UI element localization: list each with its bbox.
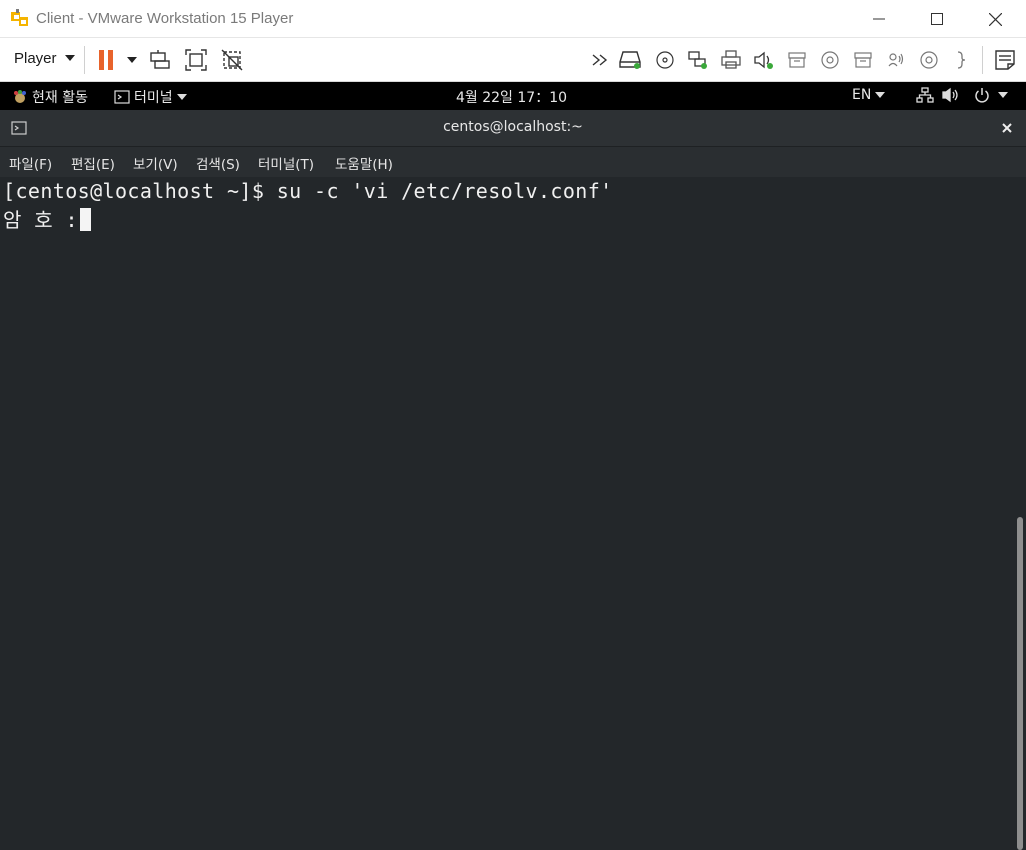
- send-ctrl-alt-del-icon[interactable]: [148, 48, 172, 72]
- terminal-icon: [114, 90, 130, 104]
- gnome-foot-icon: [14, 90, 26, 103]
- input-method-label: EN: [852, 87, 872, 103]
- cd-dvd-2-icon[interactable]: [818, 48, 842, 72]
- volume-icon: [942, 87, 958, 103]
- app-menu-terminal[interactable]: 터미널: [114, 87, 187, 107]
- fullscreen-icon[interactable]: [184, 48, 208, 72]
- message-log-icon[interactable]: [993, 48, 1017, 72]
- close-button[interactable]: [966, 0, 1024, 38]
- menu-file[interactable]: 파일(F): [9, 153, 52, 173]
- menu-edit[interactable]: 편집(E): [71, 153, 115, 173]
- network-adapter-icon[interactable]: [686, 48, 710, 72]
- chevron-down-icon: [998, 92, 1008, 98]
- terminal-window-title: centos@localhost:~: [443, 119, 583, 135]
- clock[interactable]: 4월 22일 17：10: [456, 87, 567, 107]
- power-icon: [975, 88, 989, 103]
- activities-label: 현재 활동: [32, 90, 88, 106]
- network-icon: [916, 87, 934, 103]
- player-menu-button[interactable]: Player: [14, 50, 75, 67]
- bluetooth-icon[interactable]: [884, 48, 908, 72]
- printer-icon[interactable]: [719, 48, 743, 72]
- toolbar-divider-2: [982, 46, 983, 74]
- usb-device-icon[interactable]: [785, 48, 809, 72]
- cd-dvd-3-icon[interactable]: [917, 48, 941, 72]
- terminal-line: [centos@localhost ~]$ su -c 'vi /etc/res…: [3, 179, 613, 203]
- vmware-toolbar: Player: [0, 38, 1026, 82]
- hard-disk-icon[interactable]: [619, 48, 643, 72]
- menu-terminal[interactable]: 터미널(T): [258, 153, 314, 173]
- pause-dropdown-icon[interactable]: [120, 48, 144, 72]
- vmware-title-bar: Client - VMware Workstation 15 Player: [0, 0, 1026, 38]
- chevron-down-icon: [64, 55, 75, 61]
- text-cursor: [79, 208, 91, 231]
- player-menu-label: Player: [14, 50, 57, 67]
- unity-icon[interactable]: [220, 48, 244, 72]
- system-menu-button[interactable]: [916, 87, 1008, 103]
- terminal-prompt-line: 암 호 :: [3, 204, 91, 233]
- serial-port-icon[interactable]: [950, 48, 974, 72]
- menu-view[interactable]: 보기(V): [133, 153, 178, 173]
- window-title: Client - VMware Workstation 15 Player: [36, 10, 294, 27]
- password-prompt: 암 호 :: [3, 208, 78, 232]
- toolbar-divider: [84, 46, 85, 74]
- menu-search[interactable]: 검색(S): [196, 153, 240, 173]
- terminal-output[interactable]: [centos@localhost ~]$ su -c 'vi /etc/res…: [0, 177, 1026, 850]
- terminal-close-icon[interactable]: [1002, 123, 1012, 133]
- minimize-button[interactable]: [850, 0, 908, 38]
- app-menu-label: 터미널: [134, 90, 173, 106]
- cd-dvd-icon[interactable]: [653, 48, 677, 72]
- usb-device-2-icon[interactable]: [851, 48, 875, 72]
- terminal-menubar: 파일(F) 편집(E) 보기(V) 검색(S) 터미널(T) 도움말(H): [0, 147, 1026, 177]
- terminal-scrollbar[interactable]: [1017, 517, 1023, 850]
- input-method-button[interactable]: EN: [852, 87, 886, 103]
- gnome-top-bar: 현재 활동 터미널 4월 22일 17：10 EN: [0, 82, 1026, 110]
- activities-button[interactable]: 현재 활동: [12, 87, 88, 107]
- maximize-button[interactable]: [908, 0, 966, 38]
- menu-help[interactable]: 도움말(H): [335, 153, 393, 173]
- terminal-header-bar: centos@localhost:~: [0, 110, 1026, 147]
- sound-card-icon[interactable]: [752, 48, 776, 72]
- vmware-logo-icon: [10, 9, 30, 29]
- devices-more-icon[interactable]: [590, 48, 614, 72]
- chevron-down-icon: [176, 94, 187, 100]
- pause-icon[interactable]: [94, 48, 118, 72]
- chevron-down-icon: [875, 92, 886, 98]
